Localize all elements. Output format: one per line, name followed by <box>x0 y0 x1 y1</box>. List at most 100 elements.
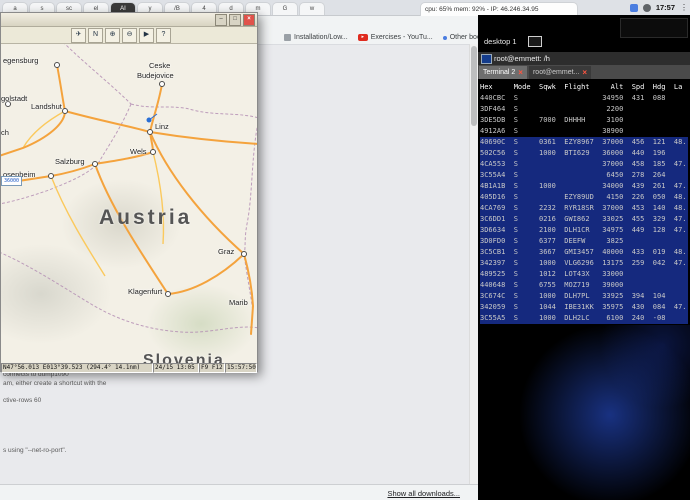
aircraft-row: 4CA553 S 37000 458 185 47. <box>480 159 688 170</box>
aircraft-row: 440648 S 6755 MOZ719 39000 <box>480 280 688 291</box>
map-toolbar: ✈ N ⊕ ⊖ ▶? <box>1 27 257 44</box>
table-header: Hex Mode Sqwk Flight Alt Spd Hdg La <box>480 83 683 91</box>
dot-icon <box>442 35 447 40</box>
extension-icon[interactable] <box>629 3 638 12</box>
show-all-downloads-link[interactable]: Show all downloads... <box>387 489 460 498</box>
aircraft-row: 40690C S 0361 EZY8967 37000 456 121 48. <box>480 137 688 148</box>
browser-tab[interactable]: w <box>299 2 325 15</box>
close-icon[interactable]: × <box>582 68 587 77</box>
country-label: Austria <box>99 206 193 229</box>
scrollbar-thumb[interactable] <box>471 46 477 126</box>
bookmark-label: Exercises - YouTu... <box>370 34 433 41</box>
map-tool-icon[interactable]: N <box>88 27 103 43</box>
aircraft-row: 3DF464 S 2200 <box>480 105 674 113</box>
active-tab[interactable]: cpu: 65% mem: 92% - IP: 46.246.34.95 <box>420 2 578 16</box>
city-label: Linz <box>155 122 169 131</box>
map-tool-icon[interactable]: ✈ <box>71 27 86 43</box>
city-label: Marib <box>229 298 248 307</box>
city-dot <box>92 161 98 167</box>
aircraft-table: Hex Mode Sqwk Flight Alt Spd Hdg La 440CB… <box>478 79 690 324</box>
post-text-fragment: ctive-rows 60 <box>3 397 42 404</box>
aircraft-row: 3C55A4 S 6450 278 264 <box>480 170 688 181</box>
city-label: Landshut <box>31 102 62 111</box>
workspace-label: desktop 1 <box>484 37 517 46</box>
city-label: Wels <box>130 147 147 156</box>
aircraft-row: 405D16 S EZY89UD 4150 226 050 48. <box>480 192 688 203</box>
terminal-icon <box>481 54 492 64</box>
clock: 17:57 <box>655 3 675 12</box>
bookmark-item[interactable]: Installation/Low... <box>284 34 348 41</box>
status-segment: 15:57:50UTC <box>225 363 257 373</box>
map-label-layer: Austria Slovenia egensburg Ceske Budejovice g… <box>1 44 257 363</box>
aircraft-row: 502C56 S 1000 BTI629 36000 440 196 <box>480 148 688 159</box>
terminal-tab-active[interactable]: Terminal 2 × <box>479 66 527 79</box>
terminal-title: root@emmett: /h <box>494 54 550 63</box>
downloads-bar: Show all downloads... <box>0 484 478 500</box>
aircraft-row: 3D0FD0 S 6377 DEEFW 3825 <box>480 236 688 247</box>
aircraft-row: 489525 S 1012 LOT43X 33000 <box>480 269 688 280</box>
map-tool-icon[interactable]: ⊖ <box>122 27 137 43</box>
panel-box <box>620 18 688 38</box>
close-icon[interactable]: × <box>243 13 255 26</box>
aircraft-row: 440CBC S 34950 431 088 <box>480 94 674 102</box>
bookmarks-bar: Installation/Low... ▸ Exercises - YouTu.… <box>284 34 503 41</box>
post-text-fragment: s using "--net-ro-port". <box>3 447 67 454</box>
city-label: Graz <box>218 247 235 256</box>
bookmark-label: Installation/Low... <box>294 34 348 41</box>
city-label: Budejovice <box>137 71 174 80</box>
map-window: – □ × ✈ N ⊕ ⊖ ▶? Austria Slovenia egensb… <box>0 12 258 373</box>
aircraft-row: 3C6DD1 S 0216 GWI862 33025 455 329 47. <box>480 214 688 225</box>
city-dot <box>48 173 54 179</box>
city-dot <box>165 291 171 297</box>
aircraft-row: 342059 S 1044 IBE31KK 35975 430 084 47. <box>480 302 688 313</box>
terminal-titlebar[interactable]: root@emmett: /h <box>478 52 690 65</box>
profile-icon[interactable] <box>642 3 651 12</box>
city-label: ch <box>1 128 9 137</box>
status-segment: N47°56.013 E013°39.523 (294.4° 14.1nm) <box>1 363 153 373</box>
city-label: golstadt <box>1 94 28 103</box>
close-icon[interactable]: × <box>518 68 523 77</box>
map-tool-icon[interactable]: ▶ <box>139 27 154 43</box>
aircraft-row: 3DE5DB S 7000 DHHHH 3100 <box>480 116 674 124</box>
page-favicon-icon <box>284 34 291 41</box>
post-text-fragment: am, either create a shortcut with the <box>3 380 107 387</box>
city-dot <box>241 251 247 257</box>
youtube-icon: ▸ <box>357 34 368 41</box>
city-label: Salzburg <box>55 157 85 166</box>
bookmark-item[interactable]: ▸ Exercises - YouTu... <box>357 34 433 41</box>
map-tool-icon[interactable]: ? <box>156 27 171 43</box>
maximize-icon[interactable]: □ <box>229 13 241 26</box>
aircraft-row: 3D6634 S 2100 DLH1CR 34975 449 128 47. <box>480 225 688 236</box>
city-dot <box>159 81 165 87</box>
terminal-tab-bar: Terminal 2 × root@emmet... × <box>478 65 690 79</box>
status-segment: F9 F12 <box>199 363 225 373</box>
browser-tab[interactable]: G <box>272 2 298 15</box>
window-icon <box>528 36 542 47</box>
desktop-area: desktop 1 root@emmett: /h Terminal 2 × r… <box>478 15 690 500</box>
topbar-right-cluster: 17:57 ⋮ <box>629 0 688 15</box>
terminal-window[interactable]: root@emmett: /h Terminal 2 × root@emmet.… <box>478 52 690 325</box>
city-dot <box>62 108 68 114</box>
aircraft-row: 4912A6 S 38900 <box>480 127 674 135</box>
city-label: egensburg <box>3 56 39 65</box>
city-dot <box>54 62 60 68</box>
aircraft-row: 3C55A5 S 1000 DLH2LC 6100 240 -08 <box>480 313 688 324</box>
aircraft-tag: 36000 <box>1 176 23 186</box>
status-segment: 24/15 13:05 <box>153 363 199 373</box>
city-label: Ceske <box>149 61 171 70</box>
active-tab-title: cpu: 65% mem: 92% - IP: 46.246.34.95 <box>425 6 539 13</box>
country-label: Slovenia <box>143 352 225 363</box>
city-dot <box>147 129 153 135</box>
map-window-titlebar[interactable]: – □ × <box>1 13 257 27</box>
screen: a s sc el AI y/B 4 d m Gw cpu: 65% mem: 92% - IP:… <box>0 0 690 500</box>
aircraft-row: 4CA769 S 2232 RYR18SR 37000 453 140 48. <box>480 203 688 214</box>
minimize-icon[interactable]: – <box>215 13 227 26</box>
city-label: Klagenfurt <box>128 287 163 296</box>
map-canvas[interactable]: Austria Slovenia egensburg Ceske Budejovice g… <box>1 44 257 363</box>
map-tool-icon[interactable]: ⊕ <box>105 27 120 43</box>
aircraft-row: 4B1A1B S 1000 34000 439 261 47. <box>480 181 688 192</box>
city-dot <box>150 149 156 155</box>
map-statusbar: N47°56.013 E013°39.523 (294.4° 14.1nm) 24… <box>1 363 257 373</box>
terminal-tab[interactable]: root@emmet... × <box>528 66 592 79</box>
menu-icon[interactable]: ⋮ <box>680 3 688 12</box>
